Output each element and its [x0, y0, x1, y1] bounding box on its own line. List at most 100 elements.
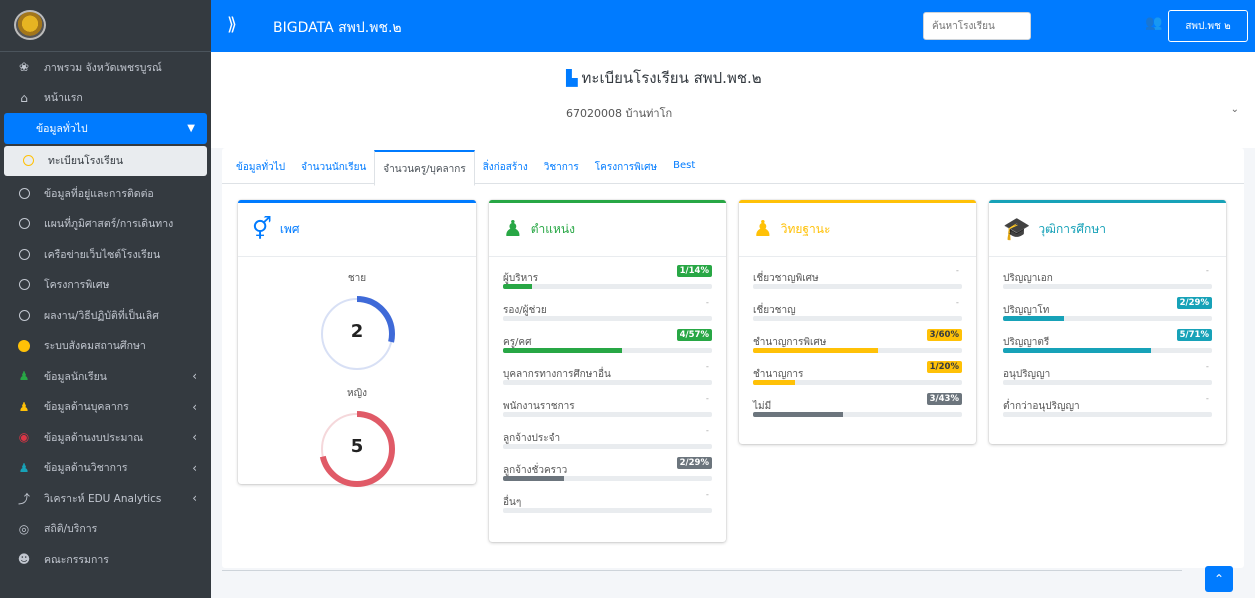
circle-icon — [16, 218, 32, 230]
stat-value-badge: - — [1205, 362, 1209, 372]
position-rows: ผู้บริหาร 1/14% รอง/ผู้ช่วย - ครู/คศ 4/57% บุค… — [489, 257, 726, 517]
tab-staff[interactable]: จำนวนครู/บุคลากร — [374, 150, 475, 186]
sidebar-item-address[interactable]: ข้อมูลที่อยู่และการติดต่อ — [0, 178, 211, 209]
sidebar-menu: ❀ ภาพรวม จังหวัดเพชรบูรณ์ ⌂ หน้าแรก ข้อมูล… — [0, 52, 211, 575]
progress-track — [753, 412, 962, 417]
sidebar-item-staff[interactable]: ♟ ข้อมูลด้านบุคลากร ‹ — [0, 392, 211, 423]
stat-row: บุคลากรทางการศึกษาอื่น - — [503, 357, 712, 389]
tab-special-project[interactable]: โครงการพิเศษ — [587, 148, 665, 184]
progress-track — [753, 284, 962, 289]
sidebar-item-special-project[interactable]: โครงการพิเศษ — [0, 270, 211, 301]
student-icon: ♟ — [18, 369, 30, 384]
circle-icon — [16, 309, 32, 321]
education-card: 🎓 วุฒิการศึกษา ปริญญาเอก - ปริญญาโท 2/29% ปร… — [989, 200, 1226, 444]
school-header: ▙ ทะเบียนโรงเรียน สพป.พช.๒ 67020008 บ้านท… — [211, 52, 1255, 148]
progress-track — [1003, 316, 1212, 321]
progress-track — [753, 380, 962, 385]
stat-value-badge: 1/20% — [926, 361, 962, 373]
female-ring: 5 — [317, 409, 397, 489]
sidebar-item-budget[interactable]: ◉ ข้อมูลด้านงบประมาณ ‹ — [0, 422, 211, 453]
progress-track — [503, 380, 712, 385]
school-select[interactable]: 67020008 บ้านท่าโก ⌄ — [551, 98, 1245, 126]
progress-fill — [753, 380, 795, 385]
tab-buildings[interactable]: สิ่งก่อสร้าง — [475, 148, 536, 184]
tab-best[interactable]: Best — [665, 148, 703, 184]
stat-row: ผู้บริหาร 1/14% — [503, 261, 712, 293]
users-icon: 👥 — [1145, 15, 1163, 31]
user-plus-icon: ♟ — [753, 217, 773, 242]
committee-icon: ☻ — [17, 552, 31, 567]
divider — [222, 570, 1182, 580]
progress-track — [503, 284, 712, 289]
chevron-down-icon: ⌄ — [1230, 104, 1239, 115]
sidebar: ❀ ภาพรวม จังหวัดเพชรบูรณ์ ⌂ หน้าแรก ข้อมูล… — [0, 0, 211, 598]
card-header: ♟ วิทยฐานะ — [739, 203, 976, 257]
sidebar-item-school-register[interactable]: ทะเบียนโรงเรียน — [4, 145, 207, 176]
progress-fill — [753, 412, 843, 417]
stat-row: อนุปริญญา - — [1003, 357, 1212, 389]
tab-bar: ข้อมูลทั่วไป จำนวนนักเรียน จำนวนครู/บุคล… — [222, 148, 1244, 186]
progress-fill — [1003, 348, 1152, 353]
rank-rows: เชี่ยวชาญพิเศษ - เชี่ยวชาญ - ชำนาญการพิเศษ 3/… — [739, 257, 976, 421]
stat-value-badge: 4/57% — [676, 329, 712, 341]
sidebar-item-stats[interactable]: ◎ สถิติ/บริการ — [0, 514, 211, 545]
card-header: ⚥ เพศ — [238, 203, 476, 257]
sex-card: ⚥ เพศ ชาย 2 หญิง 5 — [238, 200, 476, 487]
scroll-top-button[interactable]: ⌃ — [1205, 566, 1233, 592]
page-title: ▙ ทะเบียนโรงเรียน สพป.พช.๒ — [566, 69, 762, 87]
menu-toggle-icon[interactable]: ⟫ — [227, 14, 237, 35]
stat-value-badge: - — [705, 298, 709, 308]
progress-track — [503, 316, 712, 321]
sex-body: ชาย 2 หญิง 5 — [238, 271, 476, 489]
chevron-left-icon: ‹ — [192, 491, 197, 506]
sidebar-item-students[interactable]: ♟ ข้อมูลนักเรียน ‹ — [0, 361, 211, 392]
progress-track — [503, 508, 712, 513]
position-card: ♟ ตำแหน่ง ผู้บริหาร 1/14% รอง/ผู้ช่วย - ครู/… — [489, 200, 726, 542]
progress-track — [753, 348, 962, 353]
sidebar-item-analytics[interactable]: ⤴ วิเคราะห์ EDU Analytics ‹ — [0, 483, 211, 514]
progress-track — [503, 444, 712, 449]
sidebar-item-committee[interactable]: ☻ คณะกรรมการ — [0, 544, 211, 575]
stat-value-badge: 2/29% — [676, 457, 712, 469]
sidebar-item-overview[interactable]: ❀ ภาพรวม จังหวัดเพชรบูรณ์ — [0, 52, 211, 83]
stat-value-badge: 3/43% — [926, 393, 962, 405]
progress-fill — [1003, 316, 1064, 321]
chart-icon: ⤴ — [17, 491, 30, 506]
tab-academic[interactable]: วิชาการ — [536, 148, 587, 184]
staff-icon: ♟ — [18, 399, 30, 414]
progress-track — [503, 476, 712, 481]
tab-students[interactable]: จำนวนนักเรียน — [293, 148, 374, 184]
stat-value-badge: 3/60% — [926, 329, 962, 341]
chevron-left-icon: ‹ — [192, 369, 197, 384]
male-ring: 2 — [317, 294, 397, 374]
sidebar-item-best-practice[interactable]: ผลงาน/วิธีปฏิบัติที่เป็นเลิศ — [0, 300, 211, 331]
card-header: ♟ ตำแหน่ง — [489, 203, 726, 257]
sidebar-item-academic[interactable]: ♟ ข้อมูลด้านวิชาการ ‹ — [0, 453, 211, 484]
brand[interactable] — [0, 0, 211, 52]
chevron-up-icon: ⌃ — [1213, 572, 1225, 586]
search-input[interactable] — [923, 12, 1031, 40]
female-count: 5 — [350, 436, 364, 457]
stat-row: เชี่ยวชาญพิเศษ - — [753, 261, 962, 293]
sidebar-item-general[interactable]: ข้อมูลทั่วไป ▼ — [4, 113, 207, 144]
sidebar-item-social[interactable]: ระบบสังคมสถานศึกษา — [0, 331, 211, 362]
stat-row: ลูกจ้างชั่วคราว 2/29% — [503, 453, 712, 485]
stat-row: พนักงานราชการ - — [503, 389, 712, 421]
progress-fill — [503, 476, 564, 481]
chevron-left-icon: ‹ — [192, 460, 197, 475]
stat-row: ต่ำกว่าอนุปริญญา - — [1003, 389, 1212, 421]
stat-row: รอง/ผู้ช่วย - — [503, 293, 712, 325]
sidebar-item-map[interactable]: แผนที่ภูมิศาสตร์/การเดินทาง — [0, 209, 211, 240]
card-header: 🎓 วุฒิการศึกษา — [989, 203, 1226, 257]
stat-value-badge: 1/14% — [676, 265, 712, 277]
academic-icon: ♟ — [18, 460, 30, 475]
male-count: 2 — [350, 321, 364, 342]
circle-icon — [16, 187, 32, 199]
sidebar-item-website[interactable]: เครือข่ายเว็บไซต์โรงเรียน — [0, 239, 211, 270]
app-title: BIGDATA สพป.พช.๒ — [273, 20, 402, 36]
progress-fill — [503, 284, 533, 289]
tab-general[interactable]: ข้อมูลทั่วไป — [228, 148, 293, 184]
user-button[interactable]: สพป.พช ๒ — [1168, 10, 1248, 42]
user-tie-icon: ♟ — [503, 217, 523, 242]
sidebar-item-home[interactable]: ⌂ หน้าแรก — [0, 83, 211, 114]
